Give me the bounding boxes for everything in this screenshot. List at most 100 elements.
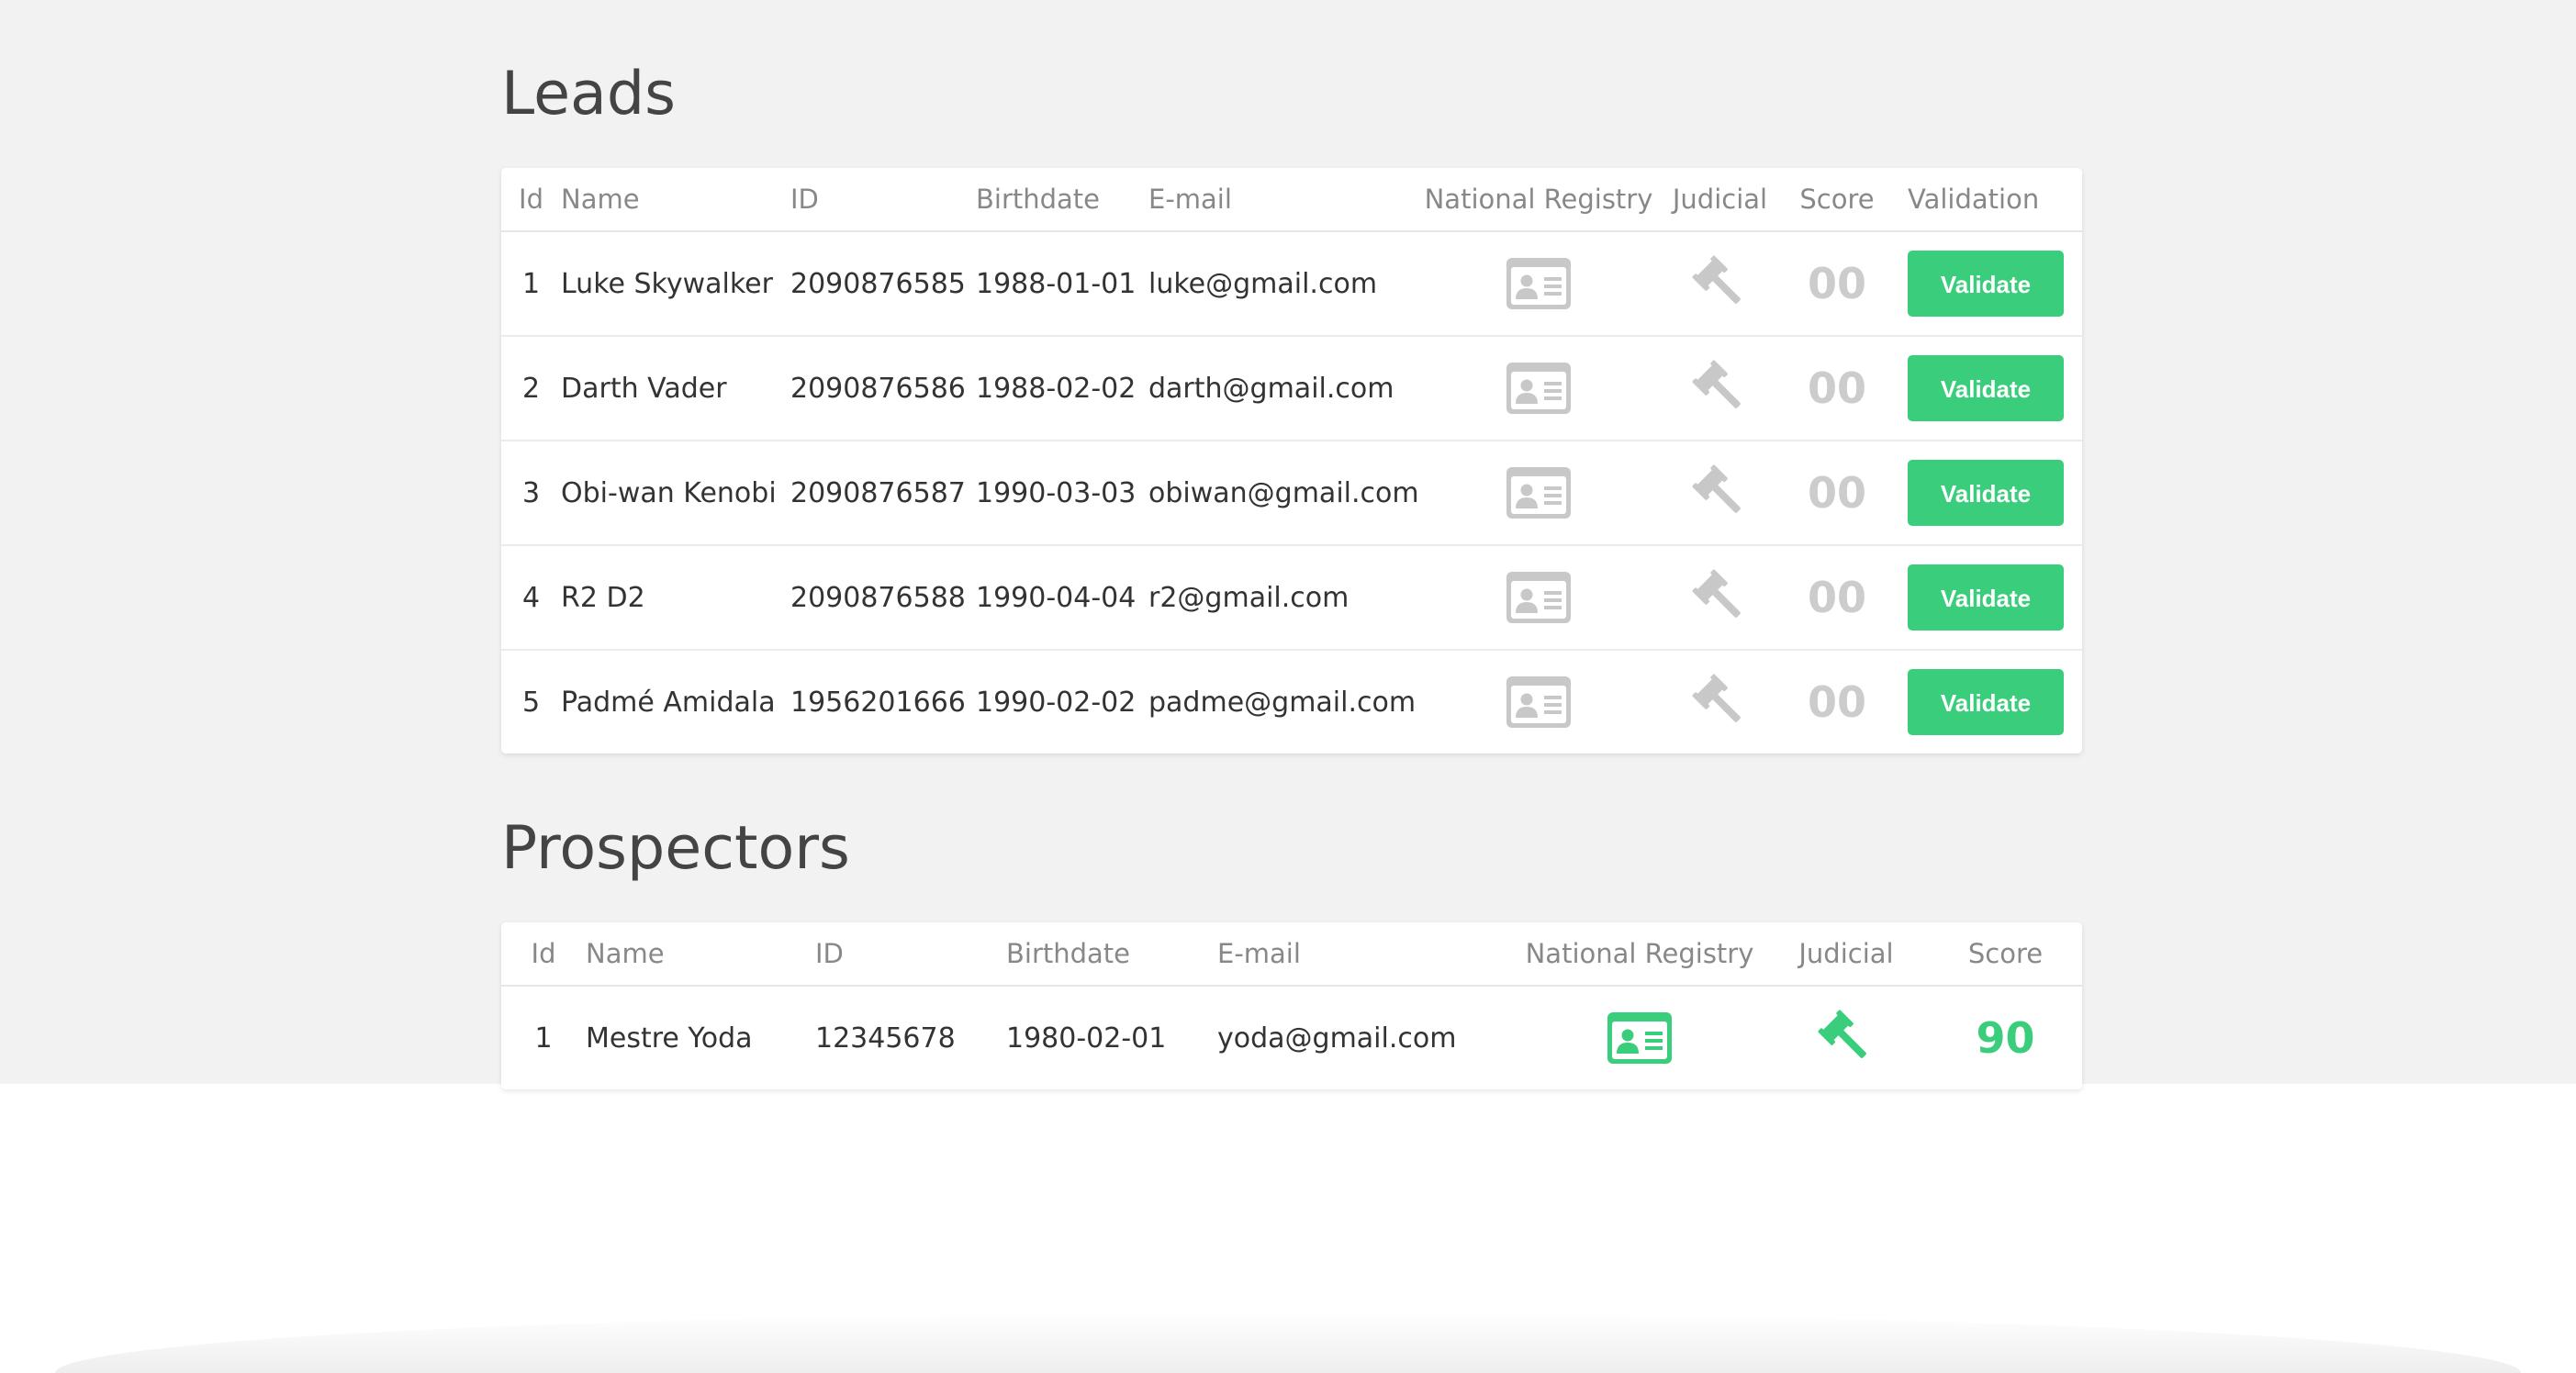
cell-validation: Validate: [1897, 336, 2082, 441]
leads-table: Id Name ID Birthdate E-mail National Reg…: [501, 168, 2082, 753]
cell-name: Padmé Amidala: [561, 686, 776, 719]
cell-name: Luke Skywalker: [561, 231, 790, 337]
cell-registry: [1516, 986, 1764, 1089]
cell-email: obiwan@gmail.com: [1148, 441, 1419, 546]
prospectors-header-row: Id Name ID Birthdate E-mail National Reg…: [501, 922, 2082, 987]
id-card-icon: [1506, 258, 1571, 309]
cell-id: 5: [521, 686, 541, 719]
gavel-icon: [1691, 254, 1750, 313]
cell-score: 00: [1777, 231, 1897, 337]
cell-score: 00: [1777, 545, 1897, 651]
col-header-registry: National Registry: [1516, 922, 1764, 987]
col-header-validation: Validation: [1897, 168, 2082, 232]
gavel-icon: [1691, 673, 1750, 731]
id-card-icon: [1506, 467, 1571, 519]
cell-registry: [1415, 441, 1663, 546]
cell-name: R2 D2: [561, 545, 790, 651]
col-header-email: E-mail: [1148, 168, 1415, 232]
cell-id: 2: [501, 336, 561, 441]
cell-birthdate: 1990-03-03: [976, 441, 1148, 546]
col-header-judicial: Judicial: [1663, 168, 1777, 232]
cell-email: darth@gmail.com: [1148, 336, 1415, 441]
prospectors-table-card: Id Name ID Birthdate E-mail National Reg…: [501, 922, 2082, 1089]
table-row: 1 Luke Skywalker 2090876585 1988-01-01 luke@…: [501, 231, 2082, 337]
cell-id: 4: [501, 545, 561, 651]
cell-validation: Validate: [1897, 231, 2082, 337]
gavel-icon: [1817, 1009, 1876, 1067]
cell-registry: [1415, 650, 1663, 753]
validate-button[interactable]: Validate: [1908, 355, 2064, 421]
cell-doc: 12345678: [815, 1021, 956, 1055]
cell-registry: [1415, 231, 1663, 337]
prospectors-table: Id Name ID Birthdate E-mail National Reg…: [501, 922, 2082, 1089]
cell-doc: 2090876585: [790, 231, 976, 337]
cell-judicial: [1663, 336, 1777, 441]
col-header-score: Score: [1929, 922, 2082, 987]
col-header-birthdate: Birthdate: [1006, 922, 1217, 987]
validate-button[interactable]: Validate: [1908, 251, 2064, 317]
prospectors-title: Prospectors: [501, 814, 850, 883]
cell-id: 1: [534, 1021, 553, 1055]
col-header-id: Id: [501, 168, 561, 232]
cell-validation: Validate: [1897, 650, 2082, 753]
id-card-icon: [1607, 1012, 1672, 1064]
cell-email: r2@gmail.com: [1148, 545, 1415, 651]
gavel-icon: [1691, 463, 1750, 522]
id-card-icon: [1506, 363, 1571, 414]
validate-button[interactable]: Validate: [1908, 669, 2064, 735]
col-header-name: Name: [586, 922, 815, 987]
cell-email: yoda@gmail.com: [1217, 1021, 1457, 1055]
cell-validation: Validate: [1897, 441, 2082, 546]
cell-id: 1: [501, 231, 561, 337]
cell-judicial: [1663, 545, 1777, 651]
cell-email: luke@gmail.com: [1148, 231, 1415, 337]
col-header-doc: ID: [790, 168, 976, 232]
cell-birthdate: 1988-01-01: [976, 231, 1148, 337]
id-card-icon: [1506, 676, 1571, 728]
cell-registry: [1415, 545, 1663, 651]
leads-table-card: Id Name ID Birthdate E-mail National Reg…: [501, 168, 2082, 753]
table-row: 2 Darth Vader 2090876586 1988-02-02 darth@gm…: [501, 336, 2082, 441]
gavel-icon: [1691, 359, 1750, 418]
cell-birthdate: 1990-04-04: [976, 545, 1148, 651]
table-row: 5 Padmé Amidala 1956201666 1990-02-02 padme@…: [501, 650, 2082, 753]
cell-birthdate: 1980-02-01: [1006, 1021, 1167, 1055]
cell-name: Darth Vader: [561, 336, 790, 441]
col-header-name: Name: [561, 168, 790, 232]
cell-email: padme@gmail.com: [1148, 686, 1417, 719]
table-row: 1 Mestre Yoda 12345678 1980-02-01 yoda@gmail…: [501, 986, 2082, 1089]
cell-birthdate: 1988-02-02: [976, 336, 1148, 441]
col-header-judicial: Judicial: [1764, 922, 1929, 987]
cell-score: 90: [1976, 1013, 2035, 1063]
table-row: 3 Obi-wan Kenobi 2090876587 1990-03-03 obiwa…: [501, 441, 2082, 546]
cell-name: Obi-wan Kenobi: [561, 441, 790, 546]
cell-doc: 2090876586: [790, 336, 976, 441]
id-card-icon: [1506, 572, 1571, 623]
leads-header-row: Id Name ID Birthdate E-mail National Reg…: [501, 168, 2082, 232]
col-header-score: Score: [1777, 168, 1897, 232]
col-header-id: Id: [501, 922, 586, 987]
cell-score: 00: [1807, 677, 1866, 727]
cell-validation: Validate: [1897, 545, 2082, 651]
col-header-email: E-mail: [1217, 922, 1516, 987]
cell-judicial: [1663, 231, 1777, 337]
cell-doc: 2090876588: [790, 545, 976, 651]
cell-doc: 1956201666: [790, 686, 966, 719]
cell-judicial: [1764, 986, 1929, 1089]
cell-registry: [1415, 336, 1663, 441]
cell-name: Mestre Yoda: [586, 1021, 753, 1055]
bottom-shadow: [55, 1312, 2521, 1373]
table-row: 4 R2 D2 2090876588 1990-04-04 r2@gmail.com 00…: [501, 545, 2082, 651]
validate-button[interactable]: Validate: [1908, 564, 2064, 631]
gavel-icon: [1691, 568, 1750, 627]
cell-doc: 2090876587: [790, 441, 976, 546]
cell-id: 3: [501, 441, 561, 546]
leads-title: Leads: [501, 60, 677, 128]
validate-button[interactable]: Validate: [1908, 460, 2064, 526]
col-header-birthdate: Birthdate: [976, 168, 1148, 232]
col-header-doc: ID: [815, 922, 1006, 987]
cell-birthdate: 1990-02-02: [976, 686, 1137, 719]
col-header-registry: National Registry: [1415, 168, 1663, 232]
cell-judicial: [1663, 441, 1777, 546]
cell-judicial: [1663, 650, 1777, 753]
